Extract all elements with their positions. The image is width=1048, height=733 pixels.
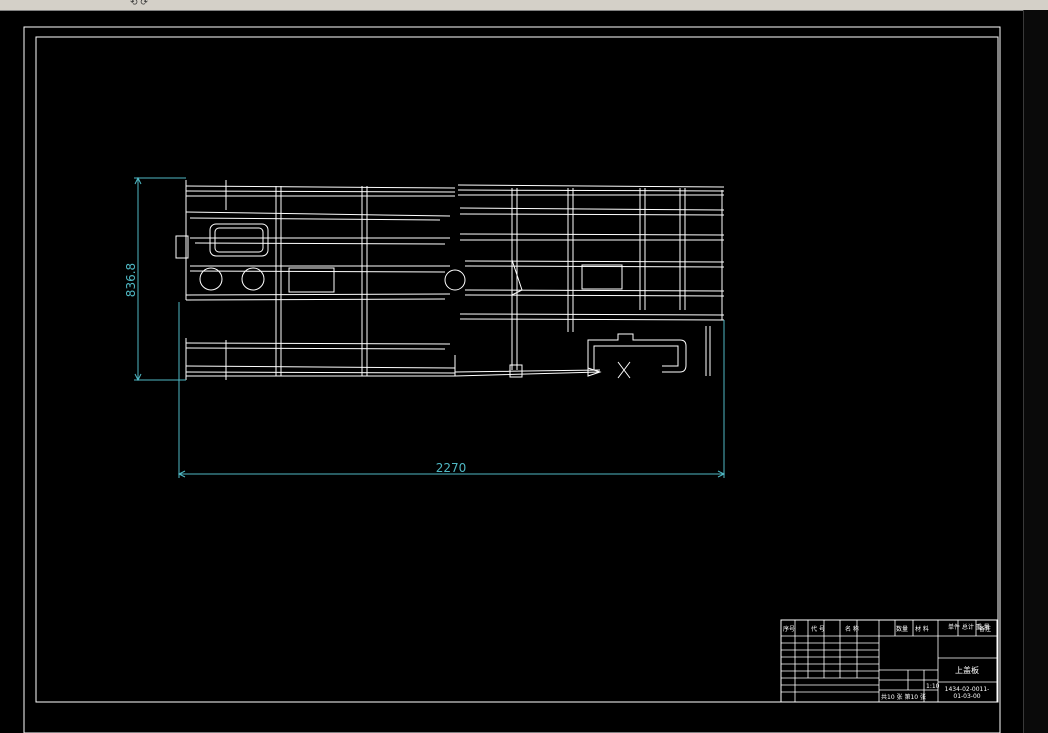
scale-value: 1:10 [926, 683, 940, 690]
tb-header-remark: 备注 [979, 625, 991, 633]
tb-header-name: 名 称 [845, 625, 859, 633]
drawing-number-2: 01-03-00 [953, 693, 980, 700]
tb-header-material: 材 料 [915, 625, 929, 633]
sheet-info: 共10 张 第10 张 [881, 693, 926, 701]
tb-header-seq: 序号 [783, 625, 795, 633]
drawing-canvas[interactable]: 836.8 2270 序号 代 号 名 称 数量 材 料 单件 总计 重 量 备… [0, 10, 1024, 733]
toolbar-icons[interactable]: ⟲ ⟳ [130, 0, 148, 8]
part-geometry [175, 180, 725, 380]
drawing-number-1: 1434-02-0011- [945, 686, 990, 693]
part-name: 上盖板 [955, 665, 979, 675]
cad-drawing[interactable]: 836.8 2270 序号 代 号 名 称 数量 材 料 单件 总计 重 量 备… [0, 10, 1024, 733]
width-dimension-label: 2270 [436, 461, 467, 475]
tb-header-qty: 数量 [896, 625, 908, 633]
height-dimension-label: 836.8 [124, 263, 138, 297]
title-block: 序号 代 号 名 称 数量 材 料 单件 总计 重 量 备注 上盖板 1434-… [780, 619, 998, 703]
dimension-lines [134, 176, 726, 478]
right-window-edge [1023, 10, 1048, 733]
tb-header-code: 代 号 [811, 625, 825, 633]
